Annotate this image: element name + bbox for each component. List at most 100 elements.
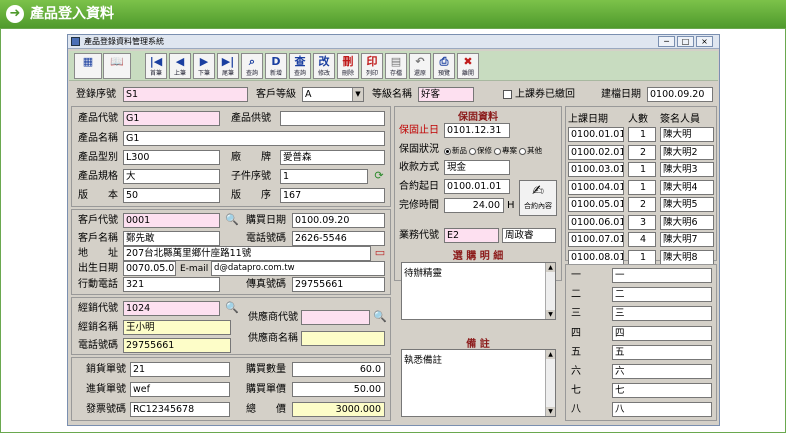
class-count-cell[interactable]: 2 <box>628 144 656 160</box>
price-field[interactable]: 50.00 <box>292 382 385 397</box>
notes-textarea[interactable]: 執悉備註 ▲ ▼ <box>401 349 556 417</box>
numbered-field[interactable]: 二 <box>612 287 712 303</box>
contract-content-button[interactable]: ✍ 合約內容 <box>519 180 557 216</box>
radio-icon[interactable] <box>444 147 451 155</box>
class-signer-cell[interactable]: 陳大明 <box>660 127 714 142</box>
numbered-field[interactable]: 七 <box>612 383 712 399</box>
maximize-button[interactable]: □ <box>677 36 694 47</box>
level-name-field[interactable]: 好客 <box>418 87 474 102</box>
scroll-up-icon[interactable]: ▲ <box>546 263 555 272</box>
calculator-button[interactable]: ▦ <box>74 53 102 79</box>
birth-field[interactable]: 0070.05.05 <box>123 261 176 276</box>
class-count-cell[interactable]: 4 <box>628 232 656 247</box>
scroll-up-icon[interactable]: ▲ <box>546 350 555 359</box>
scroll-down-icon[interactable]: ▼ <box>546 310 555 319</box>
class-count-cell[interactable]: 1 <box>628 179 656 195</box>
purchase-date-field[interactable]: 0100.09.20 <box>292 213 385 228</box>
numbered-field[interactable]: 六 <box>612 364 712 379</box>
class-date-cell[interactable]: 0100.01.01 <box>568 127 624 142</box>
prev-button[interactable]: ◀ 上筆 <box>169 53 191 79</box>
search-button[interactable]: 查查詢 <box>289 53 311 79</box>
scrollbar[interactable]: ▲ ▼ <box>545 263 555 319</box>
chevron-down-icon[interactable]: ▼ <box>352 88 363 101</box>
save-button[interactable]: ▤ 存檔 <box>385 53 407 79</box>
next-button[interactable]: ▶ 下筆 <box>193 53 215 79</box>
class-signer-cell[interactable]: 陳大明3 <box>660 162 714 177</box>
customer-name-field[interactable]: 鄭先敢 <box>123 231 220 246</box>
version-field[interactable]: 50 <box>123 188 220 203</box>
minimize-button[interactable]: ─ <box>658 36 675 47</box>
refresh-icon[interactable]: ⟳ <box>372 169 386 183</box>
class-count-cell[interactable]: 3 <box>628 214 656 230</box>
dealer-code-field[interactable]: 1024 <box>123 301 220 316</box>
edit-button[interactable]: 改修改 <box>313 53 335 79</box>
manual-button[interactable]: 📖 <box>103 53 131 79</box>
new-button[interactable]: D 新增 <box>265 53 287 79</box>
serial-field[interactable]: 167 <box>280 188 385 203</box>
sales-code-field[interactable]: E2 <box>444 228 499 243</box>
spec-field[interactable]: 大 <box>123 169 220 184</box>
dealer-name-field[interactable]: 王小明 <box>123 320 231 335</box>
class-date-cell[interactable]: 0100.03.01 <box>568 162 624 177</box>
dealer-phone-field[interactable]: 29755661 <box>123 338 231 353</box>
class-count-cell[interactable]: 1 <box>628 127 656 142</box>
radio-icon[interactable] <box>519 147 526 155</box>
vendor-name-field[interactable] <box>301 331 385 346</box>
warranty-end-field[interactable]: 0101.12.31 <box>444 123 510 138</box>
class-count-cell[interactable]: 1 <box>628 249 656 265</box>
first-button[interactable]: |◀ 首筆 <box>145 53 167 79</box>
warranty-status-option[interactable]: 新品 <box>444 146 467 155</box>
purchase-desc-textarea[interactable]: 待辦精靈 ▲ ▼ <box>401 262 556 320</box>
class-signer-cell[interactable]: 陳大明6 <box>660 214 714 230</box>
created-field[interactable]: 0100.09.20 <box>647 87 713 102</box>
radio-icon[interactable] <box>469 147 476 155</box>
warranty-status-option[interactable]: 其他 <box>519 146 542 155</box>
listed-checkbox[interactable] <box>503 90 512 99</box>
sales-name-field[interactable]: 周政睿 <box>502 228 556 243</box>
exit-button[interactable]: ✖ 離開 <box>457 53 479 79</box>
purchase-no-field[interactable]: wef <box>130 382 230 397</box>
vendor-code-field[interactable] <box>301 310 370 325</box>
reg-no-field[interactable]: S1 <box>123 87 248 102</box>
address-field[interactable]: 207台北縣萬里鄉什座路11號 <box>123 246 371 261</box>
close-button[interactable]: × <box>696 36 713 47</box>
customer-phone-field[interactable]: 2626-5546 <box>292 231 385 246</box>
scroll-down-icon[interactable]: ▼ <box>546 407 555 416</box>
scrollbar[interactable]: ▲ ▼ <box>545 350 555 416</box>
class-signer-cell[interactable]: 陳大明5 <box>660 197 714 212</box>
product-model-field[interactable]: L300 <box>123 150 220 165</box>
magnifier-icon[interactable]: 🔍 <box>225 213 239 227</box>
class-date-cell[interactable]: 0100.02.01 <box>568 144 624 160</box>
class-signer-cell[interactable]: 陳大明4 <box>660 179 714 195</box>
contract-field[interactable]: 0100.01.01 <box>444 179 510 194</box>
class-count-cell[interactable]: 1 <box>628 162 656 177</box>
product-name-field[interactable]: G1 <box>123 131 385 146</box>
query-button[interactable]: ⌕ 查詢 <box>241 53 263 79</box>
radio-icon[interactable] <box>494 147 501 155</box>
class-date-cell[interactable]: 0100.04.01 <box>568 179 624 195</box>
numbered-field[interactable]: 四 <box>612 325 712 341</box>
brand-field[interactable]: 愛普森 <box>280 150 385 165</box>
sales-no-field[interactable]: 21 <box>130 362 230 377</box>
fax-field[interactable]: 29755661 <box>292 277 385 292</box>
undo-button[interactable]: ↶ 還原 <box>409 53 431 79</box>
mobile-field[interactable]: 321 <box>123 277 220 292</box>
print-button[interactable]: 印列印 <box>361 53 383 79</box>
invoice-no-field[interactable]: RC12345678 <box>130 402 230 417</box>
numbered-field[interactable]: 八 <box>612 402 712 418</box>
numbered-field[interactable]: 一 <box>612 268 712 283</box>
class-signer-cell[interactable]: 陳大明8 <box>660 249 714 265</box>
class-date-cell[interactable]: 0100.07.01 <box>568 232 624 247</box>
class-date-cell[interactable]: 0100.06.01 <box>568 214 624 230</box>
hours-field[interactable]: 24.00 <box>444 198 504 213</box>
email-field[interactable]: d@datapro.com.tw <box>211 261 385 276</box>
total-field[interactable]: 3000.000 <box>292 402 385 417</box>
class-date-cell[interactable]: 0100.05.01 <box>568 197 624 212</box>
pay-field[interactable]: 現金 <box>444 160 510 175</box>
magnifier-icon[interactable]: 🔍 <box>225 301 239 315</box>
customer-level-select[interactable]: A ▼ <box>302 87 364 102</box>
qty-field[interactable]: 60.0 <box>292 362 385 377</box>
product-supplier-field[interactable] <box>280 111 385 126</box>
numbered-field[interactable]: 三 <box>612 306 712 322</box>
class-count-cell[interactable]: 2 <box>628 197 656 212</box>
